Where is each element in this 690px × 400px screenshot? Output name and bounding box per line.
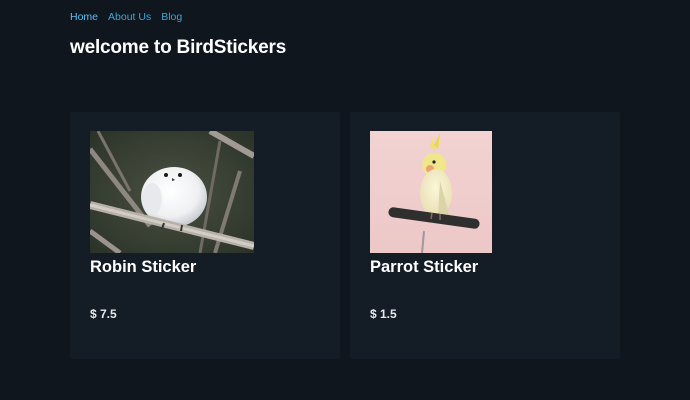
product-image-parrot[interactable] bbox=[370, 131, 492, 253]
nav-link-blog[interactable]: Blog bbox=[161, 11, 182, 23]
product-name: Robin Sticker bbox=[90, 258, 197, 276]
product-image-robin[interactable] bbox=[90, 131, 254, 253]
nav-link-about-us[interactable]: About Us bbox=[108, 11, 151, 23]
product-card-robin[interactable]: Robin Sticker $ 7.5 bbox=[70, 112, 340, 359]
parrot-photo bbox=[370, 131, 492, 253]
product-price: $ 1.5 bbox=[370, 307, 397, 321]
product-card-parrot[interactable]: Parrot Sticker $ 1.5 bbox=[350, 112, 620, 359]
product-price: $ 7.5 bbox=[90, 307, 117, 321]
product-name: Parrot Sticker bbox=[370, 258, 479, 276]
robin-photo bbox=[90, 131, 254, 253]
top-nav: Home About Us Blog bbox=[70, 11, 182, 23]
nav-link-home[interactable]: Home bbox=[70, 11, 98, 23]
page-title: welcome to BirdStickers bbox=[70, 37, 287, 58]
